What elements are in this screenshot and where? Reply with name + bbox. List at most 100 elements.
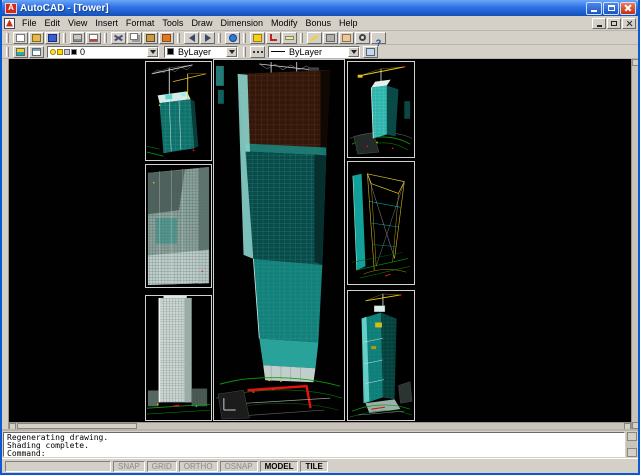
- horizontal-scrollbar[interactable]: [9, 422, 631, 429]
- child-close-button[interactable]: [622, 17, 636, 29]
- help-button[interactable]: [371, 31, 386, 44]
- autocad-app-icon[interactable]: [5, 2, 17, 14]
- open-button[interactable]: [29, 31, 44, 44]
- distance-icon: [285, 35, 294, 40]
- menu-file[interactable]: File: [18, 16, 41, 30]
- command-scrollbar[interactable]: [626, 432, 637, 457]
- menu-tools[interactable]: Tools: [158, 16, 187, 30]
- color-control-dropdown[interactable]: ByLayer: [164, 45, 238, 58]
- child-restore-button[interactable]: [607, 17, 621, 29]
- current-linetype-sample: [271, 51, 285, 52]
- layer-on-off-icon: [50, 48, 56, 55]
- child-minimize-button[interactable]: [592, 17, 606, 29]
- spell-button[interactable]: [86, 31, 101, 44]
- viewport-middle-right[interactable]: [347, 161, 415, 285]
- minimize-button[interactable]: [586, 1, 602, 15]
- properties-button[interactable]: [363, 45, 378, 58]
- new-icon: [16, 33, 25, 42]
- status-toggles: SNAP GRID ORTHO OSNAP MODEL TILE: [113, 460, 328, 472]
- menu-modify[interactable]: Modify: [267, 16, 302, 30]
- save-button[interactable]: [45, 31, 60, 44]
- pan-icon: [342, 33, 351, 42]
- layer-control-dropdown[interactable]: 0: [47, 45, 159, 58]
- child-window-controls: [592, 17, 636, 29]
- status-toggle-tile[interactable]: TILE: [300, 460, 328, 472]
- status-toggle-ortho[interactable]: ORTHO: [178, 460, 218, 472]
- drawing-window-icon[interactable]: [4, 17, 15, 29]
- command-window[interactable]: Regenerating drawing. Shading complete. Co…: [2, 429, 638, 458]
- menu-insert[interactable]: Insert: [91, 16, 122, 30]
- command-scroll-up-button[interactable]: [626, 432, 637, 441]
- drawing-area[interactable]: [9, 59, 631, 429]
- menu-bonus[interactable]: Bonus: [302, 16, 336, 30]
- scroll-left-button[interactable]: [9, 423, 16, 429]
- save-icon: [48, 33, 57, 42]
- scroll-thumb[interactable]: [17, 423, 137, 429]
- paste-button[interactable]: [143, 31, 158, 44]
- undo-button[interactable]: [184, 31, 199, 44]
- scroll-up-button[interactable]: [631, 59, 638, 66]
- menu-draw[interactable]: Draw: [187, 16, 216, 30]
- osnap-button[interactable]: [250, 31, 265, 44]
- cut-button[interactable]: [111, 31, 126, 44]
- scroll-right-button[interactable]: [624, 423, 631, 429]
- status-toggle-osnap[interactable]: OSNAP: [219, 460, 258, 472]
- child-close-icon: [626, 20, 633, 27]
- toolbar-grip: [177, 32, 180, 43]
- redraw-icon: [310, 34, 319, 41]
- status-toggle-snap[interactable]: SNAP: [113, 460, 145, 472]
- vertical-scrollbar[interactable]: [631, 59, 638, 429]
- command-scroll-down-button[interactable]: [626, 448, 637, 457]
- toolbar-grip: [6, 46, 9, 57]
- status-toggle-model[interactable]: MODEL: [259, 460, 299, 472]
- maximize-button[interactable]: [603, 1, 619, 15]
- viewport-bottom-left[interactable]: [145, 295, 212, 421]
- redraw-button[interactable]: [307, 31, 322, 44]
- aerial-button[interactable]: [323, 31, 338, 44]
- viewport-bottom-right[interactable]: [347, 290, 415, 421]
- viewport-top-left[interactable]: [145, 61, 212, 161]
- toolbar-grip: [104, 32, 107, 43]
- status-toggle-grid[interactable]: GRID: [146, 460, 177, 472]
- viewport-center-main[interactable]: [213, 59, 345, 421]
- make-layer-current-icon: [16, 47, 25, 56]
- toolbar-grip: [300, 32, 303, 43]
- viewport-top-right[interactable]: [347, 61, 415, 158]
- child-restore-icon: [611, 20, 617, 26]
- command-history[interactable]: Regenerating drawing. Shading complete. Co…: [3, 432, 625, 457]
- new-button[interactable]: [13, 31, 28, 44]
- dropdown-arrow-icon[interactable]: [147, 46, 158, 57]
- menu-view[interactable]: View: [64, 16, 91, 30]
- print-button[interactable]: [70, 31, 85, 44]
- match-button[interactable]: [159, 31, 174, 44]
- linetype-control-dropdown[interactable]: ByLayer: [268, 45, 360, 58]
- child-minimize-icon: [596, 24, 602, 27]
- pan-button[interactable]: [339, 31, 354, 44]
- scroll-down-button[interactable]: [631, 422, 638, 429]
- object-properties-toolbar: 0 ByLayer ByLayer: [2, 45, 638, 59]
- copy-button[interactable]: [127, 31, 142, 44]
- menu-dimension[interactable]: Dimension: [216, 16, 267, 30]
- browser-button[interactable]: [225, 31, 240, 44]
- menu-edit[interactable]: Edit: [41, 16, 65, 30]
- scroll-track: [137, 423, 624, 429]
- ucs-button[interactable]: [266, 31, 281, 44]
- standard-toolbar-buttons: [4, 31, 386, 44]
- close-button[interactable]: [620, 1, 636, 15]
- menu-format[interactable]: Format: [122, 16, 159, 30]
- layers-icon: [32, 47, 41, 56]
- redo-button[interactable]: [200, 31, 215, 44]
- zoom-button[interactable]: [355, 31, 370, 44]
- dropdown-arrow-icon[interactable]: [226, 46, 237, 57]
- layers-button[interactable]: [29, 45, 44, 58]
- linetype-button[interactable]: [250, 45, 265, 58]
- make-layer-current-button[interactable]: [13, 45, 28, 58]
- current-color-swatch: [167, 48, 174, 55]
- distance-button[interactable]: [282, 31, 297, 44]
- menu-help[interactable]: Help: [335, 16, 362, 30]
- viewport-middle-left[interactable]: [145, 164, 212, 288]
- dropdown-arrow-icon[interactable]: [348, 46, 359, 57]
- copy-icon: [129, 33, 138, 40]
- maximize-icon: [607, 5, 615, 11]
- title-bar[interactable]: AutoCAD - [Tower]: [2, 0, 638, 16]
